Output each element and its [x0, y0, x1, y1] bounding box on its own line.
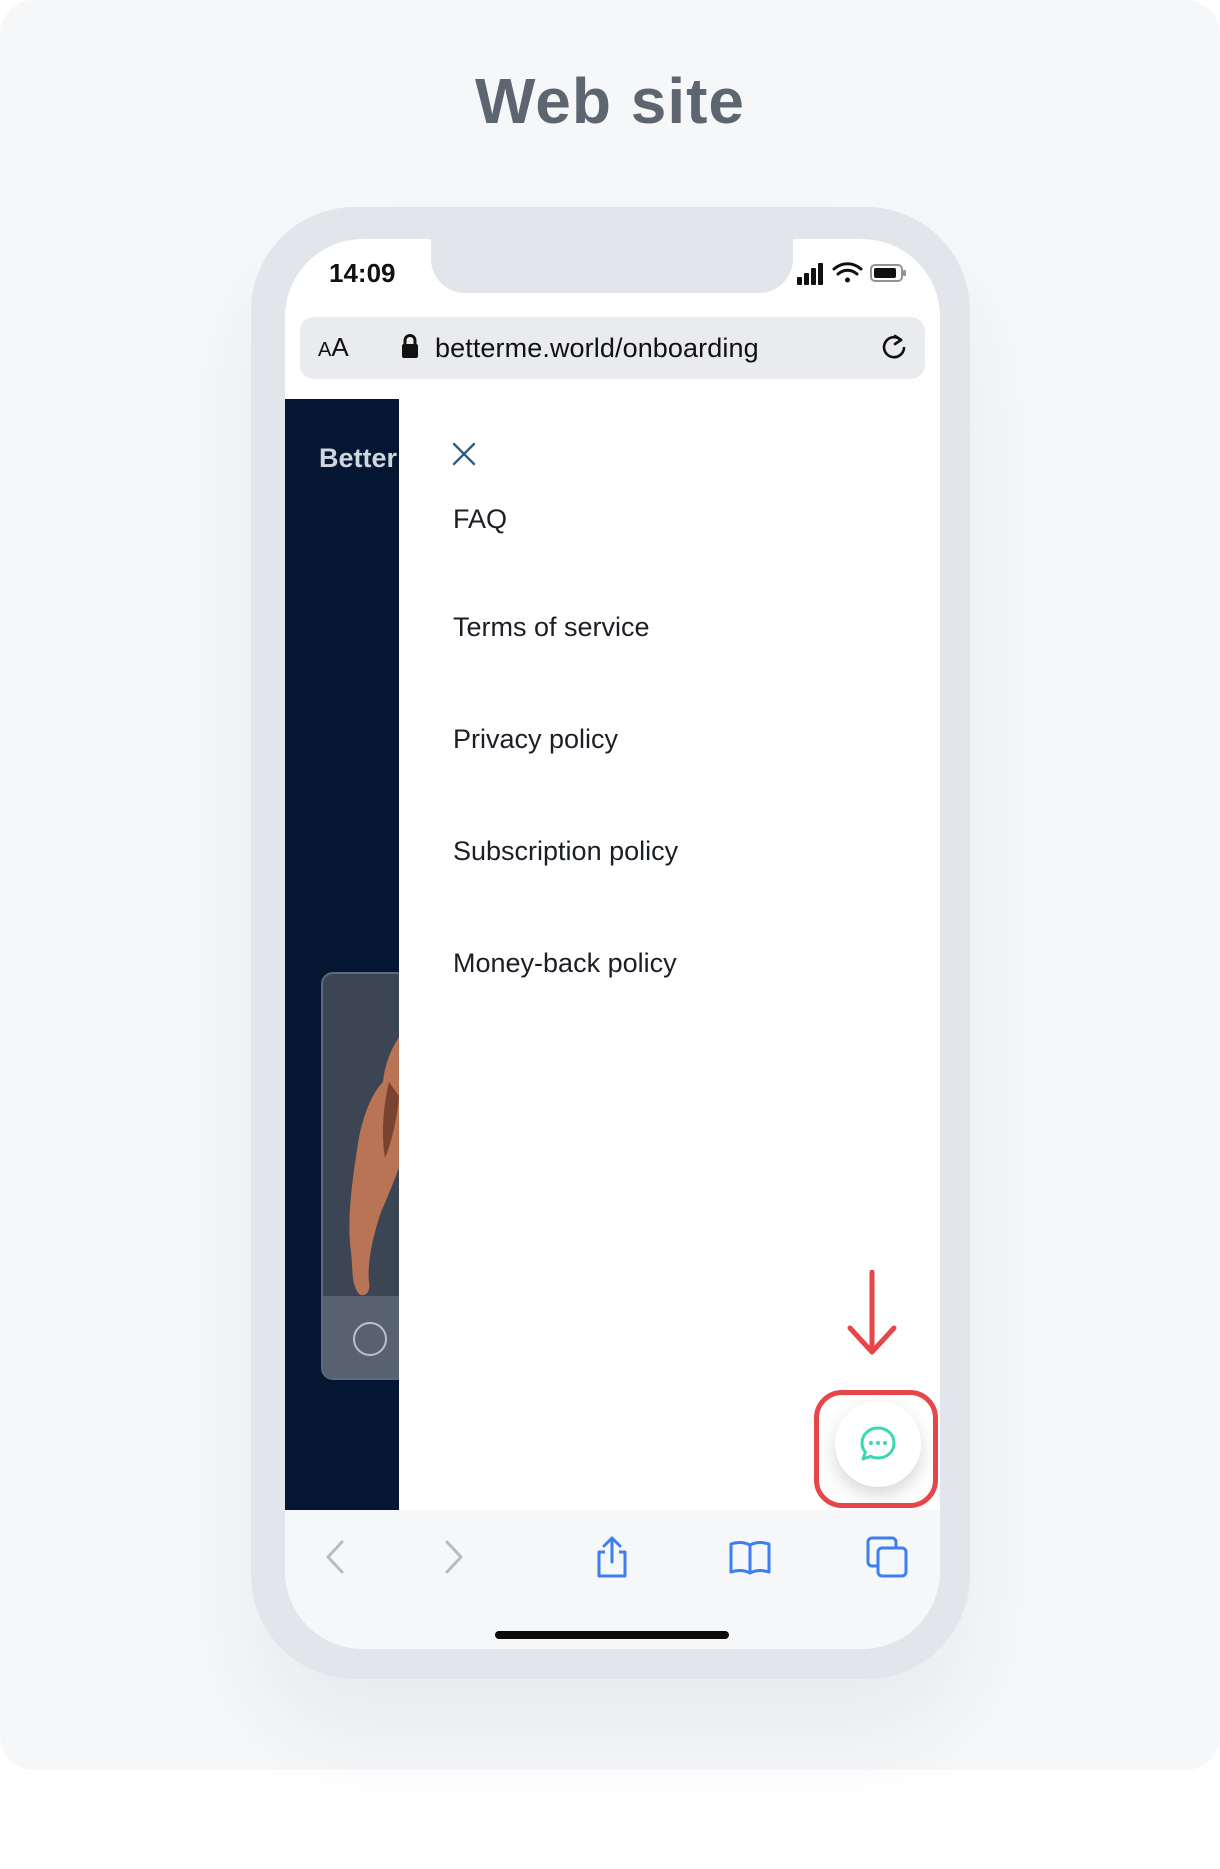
background-card-footer — [323, 1296, 400, 1378]
background-brand-text: Better — [319, 443, 398, 473]
chevron-left-icon[interactable] — [315, 1535, 359, 1579]
menu-item-faq[interactable]: FAQ — [453, 504, 507, 535]
url-text[interactable]: betterme.world/onboarding — [435, 333, 759, 364]
home-indicator — [495, 1631, 729, 1639]
wifi-icon — [832, 262, 863, 283]
aa-large-letter: A — [331, 332, 349, 362]
book-icon[interactable] — [728, 1535, 772, 1579]
status-time: 14:09 — [329, 258, 396, 288]
menu-item-subscription[interactable]: Subscription policy — [453, 836, 678, 867]
close-icon[interactable] — [449, 439, 479, 469]
background-page: Better — [285, 399, 400, 1510]
muscular-man-image — [349, 1035, 400, 1296]
browser-toolbar — [285, 1510, 940, 1649]
menu-item-money-back[interactable]: Money-back policy — [453, 948, 677, 979]
menu-item-privacy[interactable]: Privacy policy — [453, 724, 618, 755]
status-icons — [797, 262, 906, 285]
page-title: Web site — [475, 65, 745, 137]
reader-text-size-button[interactable]: AA — [318, 332, 349, 363]
lock-icon — [402, 334, 418, 358]
aa-small-letter: A — [318, 339, 332, 361]
web-viewport: Better FAQ Terms of service Privacy poli… — [285, 399, 940, 1510]
background-radio — [353, 1322, 387, 1356]
battery-icon — [870, 264, 906, 282]
background-card — [321, 972, 400, 1380]
annotation-arrow-icon — [847, 1270, 897, 1355]
tabs-icon[interactable] — [865, 1535, 909, 1579]
address-bar[interactable]: AA betterme.world/onboarding — [300, 317, 925, 379]
menu-item-terms[interactable]: Terms of service — [453, 612, 650, 643]
annotation-highlight-ring — [814, 1390, 938, 1508]
chevron-right-icon[interactable] — [430, 1535, 474, 1579]
share-icon[interactable] — [590, 1535, 634, 1579]
signal-icon — [797, 263, 823, 285]
reload-icon[interactable] — [879, 333, 909, 363]
phone-notch — [431, 239, 793, 293]
